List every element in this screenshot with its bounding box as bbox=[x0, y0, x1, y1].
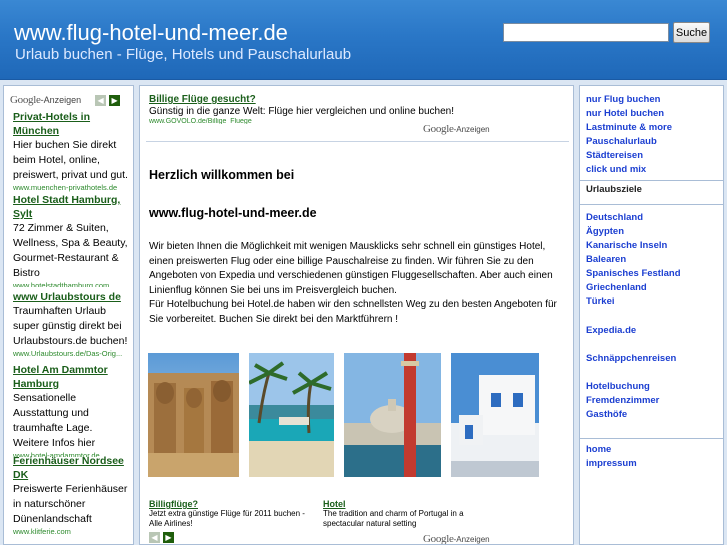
ad-title[interactable]: www Urlaubstours de bbox=[13, 290, 131, 304]
right-menu: nur Flug buchen nur Hotel buchen Lastmin… bbox=[579, 85, 724, 545]
ad-description: Traumhaften Urlaub super günstig direkt … bbox=[13, 305, 128, 347]
intro-text: Wir bieten Ihnen die Möglichkeit mit wen… bbox=[149, 240, 563, 327]
bottom-ad-title[interactable]: Billigflüge? bbox=[149, 499, 319, 509]
menu-link-balearic[interactable]: Balearen bbox=[586, 254, 626, 265]
menu-link-lastminute[interactable]: Lastminute & more bbox=[586, 122, 672, 133]
ads-label[interactable]: -Anzeigen bbox=[41, 95, 82, 105]
search-input[interactable] bbox=[503, 23, 669, 42]
ads-label[interactable]: -Anzeigen bbox=[454, 125, 490, 134]
bottom-ad-description: Jetzt extra günstige Flüge für 2011 buch… bbox=[149, 509, 305, 528]
menu-link-egypt[interactable]: Ägypten bbox=[586, 226, 624, 237]
menu-link-expedia[interactable]: Expedia.de bbox=[586, 325, 636, 336]
beach-palms-photo[interactable] bbox=[249, 353, 334, 477]
menu-link-greece[interactable]: Griechenland bbox=[586, 282, 647, 293]
menu-link-flight[interactable]: nur Flug buchen bbox=[586, 94, 660, 105]
ads-label[interactable]: -Anzeigen bbox=[454, 535, 490, 544]
menu-link-turkey[interactable]: Türkei bbox=[586, 296, 615, 307]
ad-item[interactable]: www Urlaubstours de Traumhaften Urlaub s… bbox=[13, 290, 131, 358]
divider bbox=[146, 141, 569, 142]
bottom-ad-description: The tradition and charm of Portugal in a… bbox=[323, 509, 464, 528]
ad-url[interactable]: www.muenchen-privathotels.de bbox=[13, 183, 131, 192]
intro-paragraph: Wir bieten Ihnen die Möglichkeit mit wen… bbox=[149, 241, 553, 296]
google-ads-header: Google -Anzeigen ◀ ▶ bbox=[10, 94, 121, 106]
menu-link-guestrooms[interactable]: Fremdenzimmer bbox=[586, 395, 659, 406]
top-ad-url[interactable]: www.GOVOLO.de/Billige_Fluege bbox=[149, 118, 252, 124]
google-ads-label[interactable]: Google -Anzeigen bbox=[423, 123, 490, 135]
next-arrow-icon[interactable]: ▶ bbox=[163, 532, 174, 543]
bottom-ad[interactable]: Billigflüge? Jetzt extra günstige Flüge … bbox=[149, 499, 319, 529]
left-ads-panel: Google -Anzeigen ◀ ▶ Privat-Hotels in Mü… bbox=[3, 85, 134, 545]
menu-link-deals[interactable]: Schnäppchenreisen bbox=[586, 353, 676, 364]
bottom-ad-title[interactable]: Hotel bbox=[323, 499, 473, 509]
top-ad-title[interactable]: Billige Flüge gesucht? bbox=[149, 94, 256, 105]
ad-title[interactable]: Hotel Am Dammtor Hamburg bbox=[13, 363, 131, 391]
ad-title[interactable]: Ferienhäuser Nordsee DK bbox=[13, 454, 131, 482]
ad-url[interactable]: www.hotelstadthamburg.com bbox=[13, 281, 131, 287]
next-arrow-icon[interactable]: ▶ bbox=[109, 94, 121, 106]
site-header: www.flug-hotel-und-meer.de Urlaub buchen… bbox=[0, 0, 727, 80]
top-ad-description: Günstig in die ganze Welt: Flüge hier ve… bbox=[149, 106, 455, 117]
ad-title[interactable]: Privat-Hotels in München bbox=[13, 110, 131, 138]
divider bbox=[580, 180, 723, 181]
intro-paragraph-hotel: Für Hotelbuchung bei Hotel.de haben wir … bbox=[149, 299, 557, 325]
main-content: Billige Flüge gesucht? Günstig in die ga… bbox=[139, 85, 574, 545]
site-title[interactable]: www.flug-hotel-und-meer.de bbox=[14, 20, 288, 46]
ad-item[interactable]: Hotel Am Dammtor Hamburg Sensationelle A… bbox=[13, 363, 131, 457]
ad-item[interactable]: Privat-Hotels in München Hier buchen Sie… bbox=[13, 110, 131, 192]
destinations-heading: Urlaubsziele bbox=[586, 184, 642, 195]
ad-item[interactable]: Ferienhäuser Nordsee DK Preiswerte Ferie… bbox=[13, 454, 131, 536]
menu-link-hotelbooking[interactable]: Hotelbuchung bbox=[586, 381, 650, 392]
ad-url[interactable]: www.Urlaubstours.de/Das-Orig... bbox=[13, 349, 131, 358]
welcome-heading: Herzlich willkommen bei bbox=[149, 168, 295, 182]
ad-url[interactable]: www.klitferie.com bbox=[13, 527, 131, 536]
egypt-temple-photo[interactable] bbox=[148, 353, 239, 477]
search-button[interactable]: Suche bbox=[673, 22, 710, 43]
menu-link-hotel[interactable]: nur Hotel buchen bbox=[586, 108, 664, 119]
prev-arrow-icon[interactable]: ◀ bbox=[95, 94, 107, 106]
menu-link-spain[interactable]: Spanisches Festland bbox=[586, 268, 681, 279]
welcome-domain: www.flug-hotel-und-meer.de bbox=[149, 206, 317, 220]
google-logo[interactable]: Google bbox=[423, 533, 454, 544]
divider bbox=[580, 204, 723, 205]
site-subtitle: Urlaub buchen - Flüge, Hotels und Pausch… bbox=[15, 46, 352, 63]
google-ads-label[interactable]: Google -Anzeigen bbox=[423, 533, 490, 544]
greece-house-photo[interactable] bbox=[451, 353, 539, 477]
menu-link-clickmix[interactable]: click und mix bbox=[586, 164, 646, 175]
ad-title[interactable]: Hotel Stadt Hamburg, Sylt bbox=[13, 193, 131, 221]
ad-description: Sensationelle Ausstattung und traumhafte… bbox=[13, 392, 96, 449]
menu-link-home[interactable]: home bbox=[586, 444, 611, 455]
ad-description: Hier buchen Sie direkt beim Hotel, onlin… bbox=[13, 139, 128, 181]
menu-link-citytrips[interactable]: Städtereisen bbox=[586, 150, 643, 161]
google-logo[interactable]: Google bbox=[10, 94, 41, 106]
divider bbox=[580, 438, 723, 439]
ad-navigation: ◀ ▶ bbox=[149, 532, 174, 543]
ad-item[interactable]: Hotel Stadt Hamburg, Sylt 72 Zimmer & Su… bbox=[13, 193, 131, 287]
prev-arrow-icon[interactable]: ◀ bbox=[149, 532, 160, 543]
ad-description: 72 Zimmer & Suiten, Wellness, Spa & Beau… bbox=[13, 222, 128, 279]
menu-link-germany[interactable]: Deutschland bbox=[586, 212, 643, 223]
bottom-ad[interactable]: Hotel The tradition and charm of Portuga… bbox=[323, 499, 473, 529]
menu-link-canary[interactable]: Kanarische Inseln bbox=[586, 240, 667, 251]
menu-link-impressum[interactable]: impressum bbox=[586, 458, 637, 469]
menu-link-package[interactable]: Pauschalurlaub bbox=[586, 136, 657, 147]
menu-link-inns[interactable]: Gasthöfe bbox=[586, 409, 627, 420]
venice-photo[interactable] bbox=[344, 353, 441, 477]
ad-description: Preiswerte Ferienhäuser in naturschöner … bbox=[13, 483, 128, 525]
google-logo[interactable]: Google bbox=[423, 123, 454, 135]
